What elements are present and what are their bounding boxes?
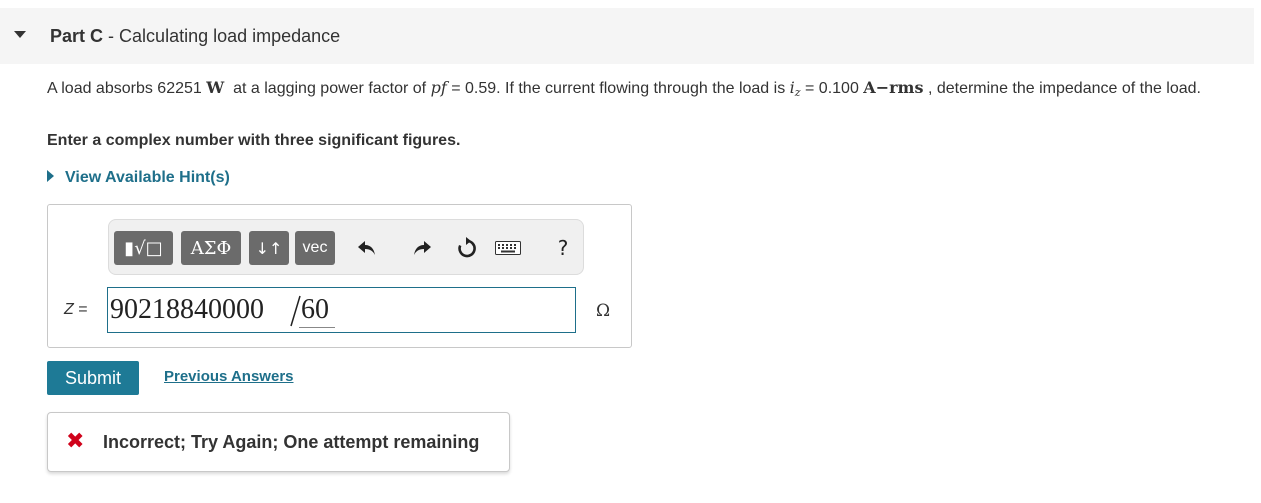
question-segment: A load absorbs 62251 <box>47 80 202 97</box>
current-unit: A−rms <box>863 78 924 97</box>
answer-box: ▮√□ ΑΣΦ ↓↑ vec ? Z = 90218840000 60 Ω <box>47 204 632 348</box>
keyboard-icon[interactable] <box>493 231 523 265</box>
math-toolbar: ▮√□ ΑΣΦ ↓↑ vec ? <box>108 219 584 275</box>
arrows-button[interactable]: ↓↑ <box>249 231 289 265</box>
greek-letters-button[interactable]: ΑΣΦ <box>181 231 241 265</box>
undo-icon[interactable] <box>352 231 382 265</box>
part-title-text: Calculating load impedance <box>119 26 341 46</box>
pf-symbol: pf <box>430 78 447 97</box>
collapse-caret-icon[interactable] <box>14 31 26 38</box>
answer-input[interactable]: 90218840000 60 <box>107 287 576 333</box>
variable-symbol: Z <box>64 301 74 318</box>
question-segment: = 0.100 <box>805 80 859 97</box>
reset-icon[interactable] <box>452 231 482 265</box>
hints-label: View Available Hint(s) <box>65 169 230 186</box>
submit-button[interactable]: Submit <box>47 361 139 395</box>
templates-icon: ▮√□ <box>124 237 163 259</box>
denominator-underline <box>299 327 335 328</box>
question-segment: = 0.59. If the current flowing through t… <box>451 80 786 97</box>
templates-button[interactable]: ▮√□ <box>114 231 173 265</box>
redo-icon[interactable] <box>407 231 437 265</box>
equals-sign: = <box>78 301 88 318</box>
question-segment: at a lagging power factor of <box>233 80 427 97</box>
unit-label: Ω <box>596 301 611 321</box>
part-separator: - <box>108 26 115 46</box>
view-hints-link[interactable]: View Available Hint(s) <box>47 169 230 187</box>
caret-right-icon <box>47 170 54 182</box>
power-unit: W <box>206 78 225 97</box>
part-header: Part C - Calculating load impedance <box>0 8 1254 64</box>
current-subscript: z <box>794 86 801 99</box>
vector-button[interactable]: vec <box>295 231 335 265</box>
instruction-text: Enter a complex number with three signif… <box>47 132 461 149</box>
incorrect-x-icon: ✖ <box>66 429 85 454</box>
part-title: Part C - Calculating load impedance <box>50 26 340 47</box>
feedback-box: ✖ Incorrect; Try Again; One attempt rema… <box>47 412 510 472</box>
part-label: Part C <box>50 26 104 46</box>
answer-denominator: 60 <box>301 294 329 325</box>
question-text: A load absorbs 62251 W at a lagging powe… <box>47 78 1257 103</box>
question-segment: , determine the impedance of the load. <box>927 80 1201 97</box>
answer-numerator: 90218840000 <box>110 294 264 325</box>
feedback-message: Incorrect; Try Again; One attempt remain… <box>103 432 480 452</box>
variable-label: Z = <box>64 301 88 319</box>
previous-answers-link[interactable]: Previous Answers <box>164 368 294 385</box>
help-icon[interactable]: ? <box>548 231 578 265</box>
